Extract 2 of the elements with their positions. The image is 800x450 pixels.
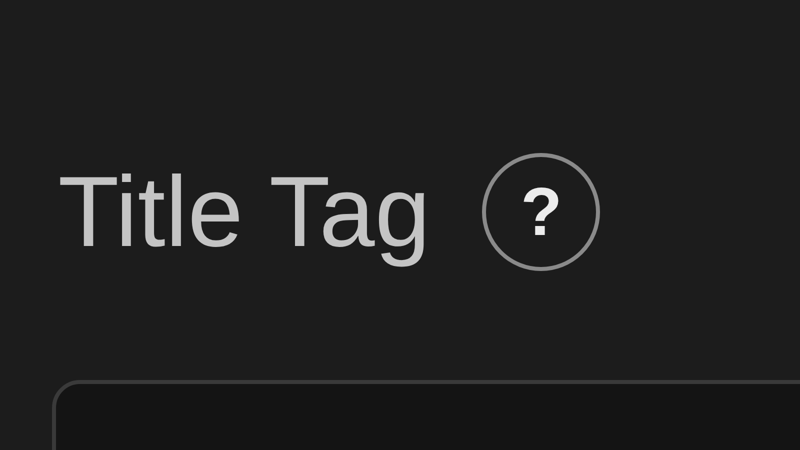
field-label: Title Tag (58, 154, 430, 270)
help-button[interactable]: ? (482, 153, 600, 271)
